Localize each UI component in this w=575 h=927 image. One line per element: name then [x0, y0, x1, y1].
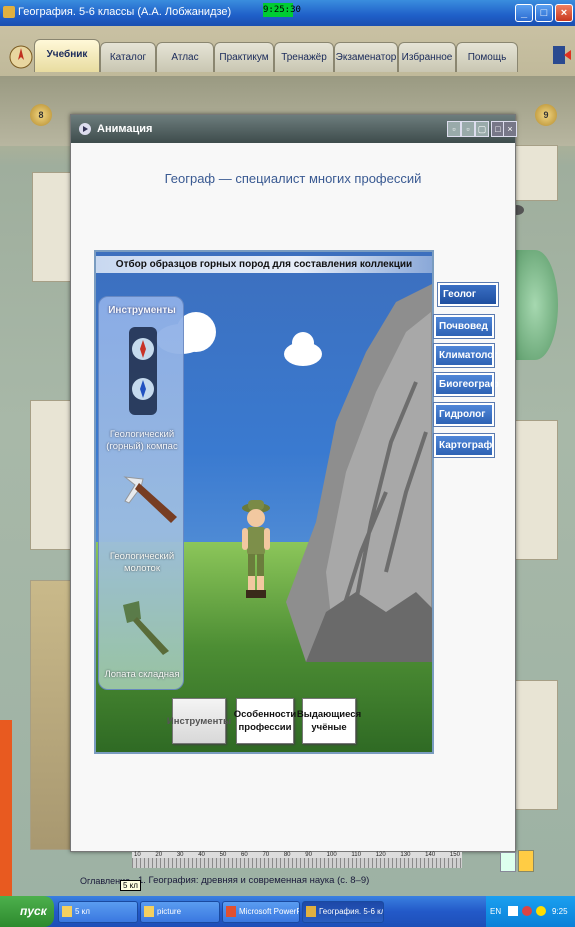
folder-icon: [62, 906, 72, 917]
left-page-text-panel: [30, 400, 72, 550]
taskbar-item-powerpoint[interactable]: Microsoft PowerPoint ...: [222, 901, 300, 923]
tray-icon[interactable]: [522, 906, 532, 916]
tab-textbook[interactable]: Учебник: [34, 39, 100, 72]
ruler-tick: 90: [305, 852, 312, 858]
ruler-tick: 130: [400, 852, 411, 858]
ruler-tick: 60: [241, 852, 248, 858]
taskbar-item-label: 5 кл: [75, 907, 90, 916]
dialog-title: Анимация: [97, 123, 153, 135]
page-badge-right: 9: [535, 104, 557, 126]
ruler-tick: 150: [449, 852, 460, 858]
play-arrow-icon[interactable]: [79, 123, 91, 135]
app-icon: [3, 6, 15, 18]
ruler-tick: 10: [134, 852, 141, 858]
dialog-titlebar[interactable]: Анимация ▫ ▫ ▢ □ ×: [71, 115, 517, 143]
tab-help[interactable]: Помощь: [456, 42, 518, 72]
outstanding-scientists-button[interactable]: Выдающиеся учёные: [297, 698, 361, 744]
language-indicator[interactable]: EN: [490, 907, 501, 916]
dialog-restore-icon[interactable]: ▢: [475, 121, 489, 137]
ruler-tick: 50: [219, 852, 227, 858]
taskbar-item-label: Microsoft PowerPoint ...: [239, 907, 299, 916]
start-button[interactable]: пуск: [0, 896, 54, 927]
left-page-panel: [32, 172, 72, 282]
profession-climatologist[interactable]: Климатолог: [433, 343, 498, 368]
close-button[interactable]: ×: [555, 4, 573, 22]
right-page-globe: [512, 250, 558, 360]
tool-label-compass: Геологический (горный) компас: [106, 429, 178, 452]
tools-panel: Инструменты Геологический (горный) компа…: [98, 296, 184, 690]
animation-stage: Отбор образцов горных пород для составле…: [94, 250, 434, 754]
chapter-title: 1. География: древняя и современная наук…: [138, 875, 370, 886]
ruler-tick: 20: [155, 852, 163, 858]
ruler-tick: 30: [176, 852, 184, 858]
tab-trainer[interactable]: Тренажёр: [274, 42, 334, 72]
tray-icon[interactable]: [508, 906, 518, 916]
taskbar-item-geography[interactable]: География. 5-6 клас...: [302, 901, 384, 923]
shovel-icon[interactable]: [117, 597, 177, 657]
page-badge-left: 8: [30, 104, 52, 126]
ruler-tick: 70: [262, 852, 270, 858]
profession-hydrologist[interactable]: Гидролог: [433, 402, 495, 427]
taskbar-item-label: picture: [157, 907, 182, 916]
profession-features-button[interactable]: Особенности профессии: [234, 698, 296, 744]
scroll-up-icon[interactable]: [500, 852, 516, 872]
left-page-map: [30, 580, 72, 850]
tab-examiner[interactable]: Экзаменатор: [334, 42, 398, 72]
tool-label-hammer: Геологический молоток: [109, 551, 175, 574]
dialog-next-icon[interactable]: ▫: [461, 121, 475, 137]
taskbar-item-folder-5kl[interactable]: 5 кл: [58, 901, 138, 923]
dialog-prev-icon[interactable]: ▫: [447, 121, 461, 137]
folder-icon: [144, 906, 154, 917]
app-icon: [306, 906, 316, 917]
tools-panel-header: Инструменты: [108, 305, 176, 316]
warning-icon[interactable]: [518, 850, 534, 872]
tab-practicum[interactable]: Практикум: [214, 42, 274, 72]
stage-title: Отбор образцов горных пород для составле…: [96, 256, 432, 273]
minimize-button[interactable]: _: [515, 4, 533, 22]
ruler-tick: 40: [198, 852, 205, 858]
ruler-tick: 110: [351, 852, 361, 858]
profession-cartographer[interactable]: Картограф: [433, 433, 495, 458]
app-logo-icon[interactable]: [8, 42, 34, 72]
powerpoint-icon: [226, 906, 236, 917]
hammer-icon[interactable]: [121, 473, 181, 527]
right-page-text-panel: [512, 420, 558, 560]
taskbar-item-label: География. 5-6 клас...: [319, 907, 383, 916]
right-page-links: [512, 145, 558, 201]
tab-favorites[interactable]: Избранное: [398, 42, 456, 72]
tray-icon[interactable]: [536, 906, 546, 916]
tab-catalog[interactable]: Каталог: [100, 42, 156, 72]
window-title: География. 5-6 классы (А.А. Лобжанидзе): [18, 6, 232, 18]
page-ruler[interactable]: 10 20 30 40 50 60 70 80 90 100 110 120 1…: [132, 852, 462, 868]
tools-button[interactable]: Инструменты: [167, 698, 231, 744]
dialog-headline: Географ — специалист многих профессий: [164, 171, 422, 186]
tray-clock: 9:25: [552, 907, 568, 916]
compass-icon[interactable]: [127, 325, 159, 417]
profession-geologist[interactable]: Геолог: [437, 282, 499, 307]
dialog-close-icon[interactable]: ×: [503, 121, 517, 137]
taskbar-item-folder-picture[interactable]: picture: [140, 901, 220, 923]
tab-atlas[interactable]: Атлас: [156, 42, 214, 72]
ruler-tick: 100: [326, 852, 337, 858]
left-orange-strip: [0, 720, 12, 896]
right-page-questions: [512, 680, 558, 810]
exit-icon[interactable]: [550, 44, 572, 66]
profession-soil-scientist[interactable]: Почвовед: [433, 314, 495, 339]
profession-biogeographer[interactable]: Биогеограф: [433, 372, 499, 397]
geologist-figure: [242, 500, 270, 598]
rock-cliff: [286, 284, 432, 662]
maximize-button[interactable]: □: [535, 4, 553, 22]
system-tray: EN 9:25: [486, 896, 575, 927]
tooltip: 5 кл: [120, 880, 141, 891]
top-clock: 9:25:30: [263, 3, 301, 17]
stage-button-row: Инструменты Особенности профессии Выдающ…: [167, 698, 430, 746]
ruler-tick: 80: [283, 852, 291, 858]
tool-label-shovel: Лопата складная: [104, 669, 180, 680]
ruler-tick: 140: [425, 852, 436, 858]
ruler-tick: 120: [375, 852, 386, 858]
